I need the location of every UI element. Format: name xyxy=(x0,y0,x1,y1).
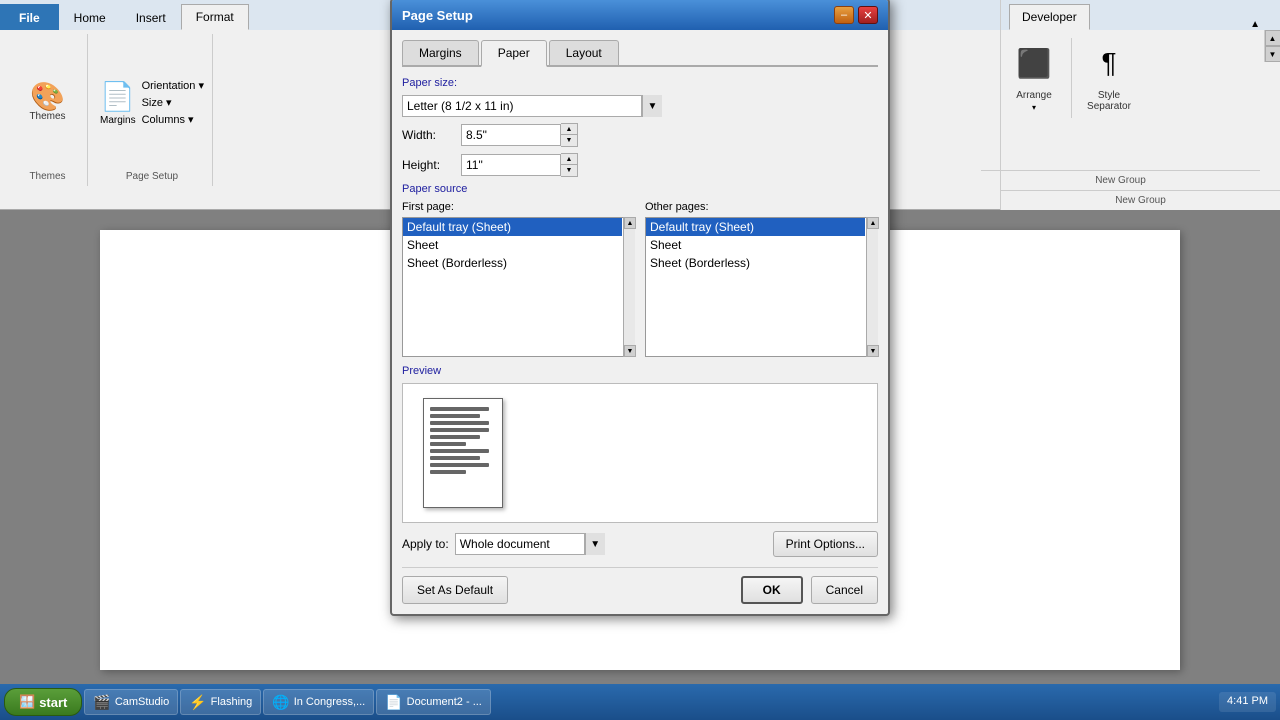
preview-label: Preview xyxy=(402,365,878,377)
apply-to-select[interactable]: Whole document xyxy=(455,533,585,555)
taskbar-item-flashing[interactable]: ⚡ Flashing xyxy=(180,689,261,715)
other-pages-scroll-down[interactable]: ▼ xyxy=(867,345,879,357)
paper-size-control: Letter (8 1/2 x 11 in) ▼ xyxy=(402,95,662,117)
paper-source-row: First page: Default tray (Sheet) Sheet S… xyxy=(402,201,878,357)
apply-row: Apply to: Whole document ▼ Print Options… xyxy=(402,531,878,557)
start-orb-icon: 🪟 xyxy=(19,694,35,710)
camstudio-icon: 🎬 xyxy=(93,694,110,711)
paper-size-row: Letter (8 1/2 x 11 in) ▼ xyxy=(402,95,878,117)
preview-line-4 xyxy=(430,428,489,432)
preview-section: Preview xyxy=(402,365,878,523)
dialog-minimize-button[interactable]: – xyxy=(834,6,854,24)
apply-to-arrow[interactable]: ▼ xyxy=(585,533,605,555)
page-preview xyxy=(423,398,503,508)
tab-paper[interactable]: Paper xyxy=(481,40,547,67)
word-icon: 📄 xyxy=(385,694,402,711)
dialog-buttons: Set As Default OK Cancel xyxy=(402,567,878,604)
first-page-scroll-up[interactable]: ▲ xyxy=(624,217,636,229)
start-button[interactable]: 🪟 start xyxy=(4,688,82,716)
dialog-titlebar: Page Setup – ✕ xyxy=(392,0,888,30)
taskbar: 🪟 start 🎬 CamStudio ⚡ Flashing 🌐 In Cong… xyxy=(0,684,1280,720)
preview-box xyxy=(402,383,878,523)
dialog-close-button[interactable]: ✕ xyxy=(858,6,878,24)
height-spin-up[interactable]: ▲ xyxy=(561,154,577,165)
preview-line-3 xyxy=(430,421,489,425)
other-pages-item-2[interactable]: Sheet (Borderless) xyxy=(646,254,865,272)
preview-line-7 xyxy=(430,449,489,453)
other-pages-label: Other pages: xyxy=(645,201,878,213)
preview-line-9 xyxy=(430,463,489,467)
first-page-list[interactable]: Default tray (Sheet) Sheet Sheet (Border… xyxy=(402,217,635,357)
cancel-button[interactable]: Cancel xyxy=(811,576,878,604)
paper-size-select[interactable]: Letter (8 1/2 x 11 in) xyxy=(402,95,642,117)
first-page-scrollbar[interactable]: ▲ ▼ xyxy=(623,217,635,357)
page-setup-dialog: Page Setup – ✕ Margins Paper Layout Pape… xyxy=(390,0,890,616)
taskbar-item-browser[interactable]: 🌐 In Congress,... xyxy=(263,689,374,715)
dialog-body: Margins Paper Layout Paper size: Letter … xyxy=(392,30,888,614)
other-pages-list[interactable]: Default tray (Sheet) Sheet Sheet (Border… xyxy=(645,217,878,357)
other-pages-item-0[interactable]: Default tray (Sheet) xyxy=(646,218,865,236)
taskbar-item-camstudio[interactable]: 🎬 CamStudio xyxy=(84,689,178,715)
taskbar-item-word[interactable]: 📄 Document2 - ... xyxy=(376,689,491,715)
height-label: Height: xyxy=(402,158,457,172)
width-spinner: ▲ ▼ xyxy=(561,123,578,147)
preview-line-1 xyxy=(430,407,489,411)
height-row: Height: 11" ▲ ▼ xyxy=(402,153,878,177)
tab-layout[interactable]: Layout xyxy=(549,40,619,65)
first-page-scroll-down[interactable]: ▼ xyxy=(624,345,636,357)
other-pages-item-1[interactable]: Sheet xyxy=(646,236,865,254)
set-as-default-button[interactable]: Set As Default xyxy=(402,576,508,604)
preview-line-5 xyxy=(430,435,480,439)
other-pages-panel: Other pages: Default tray (Sheet) Sheet … xyxy=(645,201,878,357)
apply-left: Apply to: Whole document ▼ xyxy=(402,533,605,555)
apply-to-label: Apply to: xyxy=(402,537,449,551)
height-spinner: ▲ ▼ xyxy=(561,153,578,177)
other-pages-scroll-up[interactable]: ▲ xyxy=(867,217,879,229)
height-control: 11" ▲ ▼ xyxy=(461,153,578,177)
paper-size-dropdown-arrow[interactable]: ▼ xyxy=(642,95,662,117)
first-page-panel: First page: Default tray (Sheet) Sheet S… xyxy=(402,201,635,357)
flashing-icon: ⚡ xyxy=(189,694,206,711)
dialog-title: Page Setup xyxy=(402,8,473,23)
other-pages-scrollbar[interactable]: ▲ ▼ xyxy=(866,217,878,357)
dialog-window-controls: – ✕ xyxy=(834,6,878,24)
width-control: 8.5" ▲ ▼ xyxy=(461,123,578,147)
clock: 4:41 PM xyxy=(1219,692,1276,711)
width-input[interactable]: 8.5" xyxy=(461,124,561,146)
first-page-item-1[interactable]: Sheet xyxy=(403,236,622,254)
apply-to-dropdown: Whole document ▼ xyxy=(455,533,605,555)
taskbar-right: 4:41 PM xyxy=(1219,692,1276,711)
preview-line-10 xyxy=(430,470,466,474)
preview-line-8 xyxy=(430,456,480,460)
width-label: Width: xyxy=(402,128,457,142)
print-options-button[interactable]: Print Options... xyxy=(773,531,878,557)
ok-button[interactable]: OK xyxy=(741,576,803,604)
first-page-item-2[interactable]: Sheet (Borderless) xyxy=(403,254,622,272)
paper-size-section-label: Paper size: xyxy=(402,77,878,89)
preview-line-6 xyxy=(430,442,466,446)
height-spin-down[interactable]: ▼ xyxy=(561,165,577,176)
other-pages-list-wrapper: Default tray (Sheet) Sheet Sheet (Border… xyxy=(645,217,878,357)
first-page-label: First page: xyxy=(402,201,635,213)
browser-icon: 🌐 xyxy=(272,694,289,711)
height-input[interactable]: 11" xyxy=(461,154,561,176)
dialog-tabs: Margins Paper Layout xyxy=(402,40,878,67)
first-page-item-0[interactable]: Default tray (Sheet) xyxy=(403,218,622,236)
dialog-ok-cancel-group: OK Cancel xyxy=(741,576,878,604)
preview-line-2 xyxy=(430,414,480,418)
width-spin-down[interactable]: ▼ xyxy=(561,135,577,146)
tab-margins[interactable]: Margins xyxy=(402,40,479,65)
first-page-list-wrapper: Default tray (Sheet) Sheet Sheet (Border… xyxy=(402,217,635,357)
width-spin-up[interactable]: ▲ xyxy=(561,124,577,135)
width-row: Width: 8.5" ▲ ▼ xyxy=(402,123,878,147)
paper-source-label: Paper source xyxy=(402,183,878,195)
modal-overlay: Page Setup – ✕ Margins Paper Layout Pape… xyxy=(0,0,1280,684)
